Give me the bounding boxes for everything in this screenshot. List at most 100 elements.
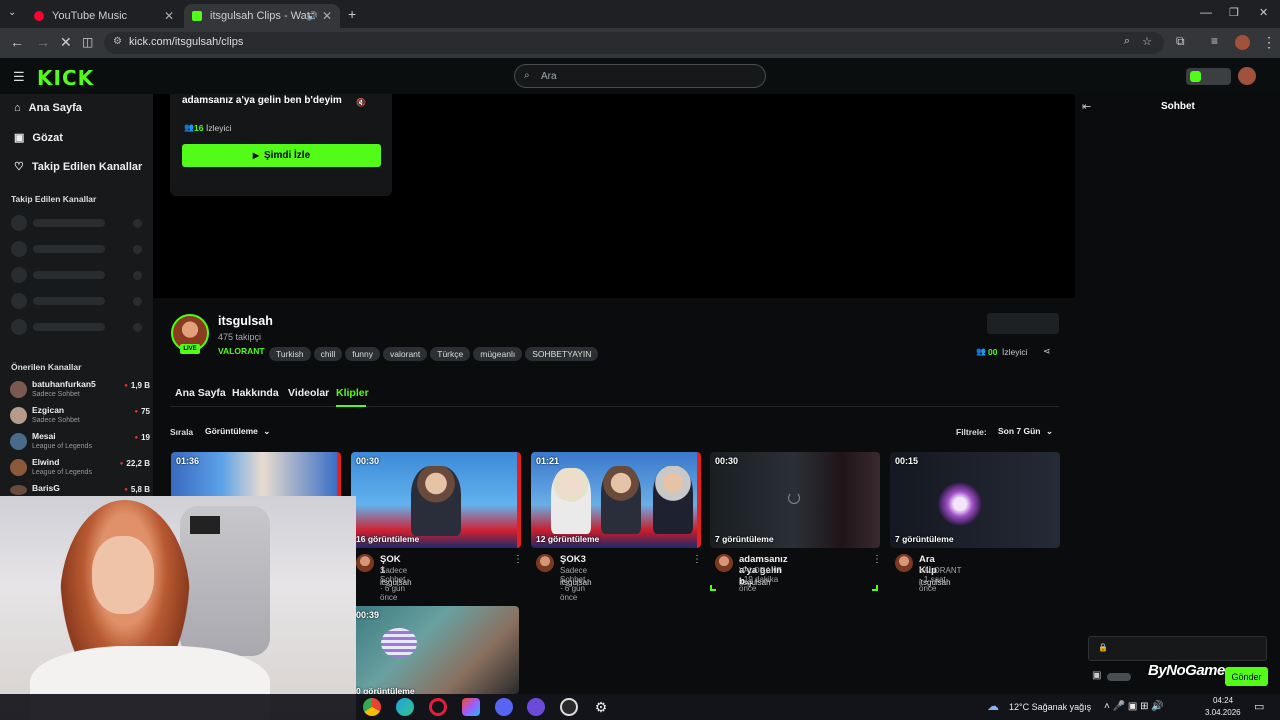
chat-message-input[interactable]: 🔒 bbox=[1088, 636, 1267, 661]
clip-category[interactable]: VALORANT bbox=[919, 566, 961, 575]
zoom-icon[interactable]: ⌕ bbox=[1124, 35, 1130, 48]
chevron-down-icon: ⌄ bbox=[1045, 426, 1053, 436]
channel-name[interactable]: itsgulsah bbox=[218, 314, 273, 328]
clip-username[interactable]: itsgulsah bbox=[919, 578, 951, 587]
clip-views: 12 görüntüleme bbox=[536, 534, 600, 544]
sidebar-item-browse[interactable]: ▣ Gözat bbox=[14, 131, 63, 145]
audio-icon[interactable]: 🔊 bbox=[307, 11, 318, 22]
tab-home[interactable]: Ana Sayfa bbox=[175, 387, 226, 399]
tag[interactable]: mügeanlı bbox=[473, 347, 523, 361]
extensions-icon[interactable]: ⧉ bbox=[1176, 34, 1185, 49]
search-input[interactable]: ⌕ Ara bbox=[514, 64, 766, 88]
tag[interactable]: Turkish bbox=[269, 347, 311, 361]
chat-toggle[interactable] bbox=[1107, 673, 1131, 681]
toggle-knob-icon bbox=[1190, 71, 1201, 82]
clip-category[interactable]: VALORANT bbox=[739, 566, 781, 575]
clip-title[interactable]: ŞOK3 bbox=[560, 554, 586, 565]
collapse-chat-icon[interactable]: ⇤ bbox=[1082, 100, 1091, 113]
close-window-icon[interactable]: ✕ bbox=[1259, 6, 1268, 19]
clip-creator-avatar[interactable] bbox=[895, 554, 913, 572]
bookmark-star-icon[interactable]: ☆ bbox=[1142, 35, 1152, 48]
live-badge: LIVE bbox=[180, 344, 200, 354]
clip-thumbnail[interactable]: 01:21 12 görüntüleme bbox=[531, 452, 701, 548]
tag[interactable]: Türkçe bbox=[430, 347, 471, 361]
recommended-channel[interactable]: Elwind League of Legends 22,2 B bbox=[10, 456, 150, 480]
clock-date[interactable]: 3.04.2026 bbox=[1205, 708, 1241, 717]
clock-time[interactable]: 04:24 bbox=[1213, 696, 1233, 705]
tag[interactable]: chill bbox=[313, 347, 343, 361]
maximize-icon[interactable]: ❐ bbox=[1229, 6, 1239, 19]
settings-gear-icon[interactable]: ⚙ bbox=[592, 698, 610, 716]
tab-about[interactable]: Hakkında bbox=[232, 387, 279, 399]
profile-avatar[interactable] bbox=[1235, 35, 1250, 50]
tag[interactable]: SOHBETYAYIN bbox=[525, 347, 599, 361]
gift-icon[interactable]: ▣ bbox=[1092, 670, 1101, 681]
app-icon[interactable] bbox=[560, 698, 578, 716]
sidebar-item-home[interactable]: ⌂ Ana Sayfa bbox=[14, 102, 82, 114]
clip-thumbnail[interactable]: 00:39 0 görüntüleme bbox=[351, 606, 519, 694]
user-avatar[interactable] bbox=[1238, 67, 1256, 85]
clip-thumbnail[interactable]: 00:30 16 görüntüleme bbox=[351, 452, 521, 548]
recommended-channel[interactable]: batuhanfurkan5 Sadece Sohbet 1,9 B bbox=[10, 378, 150, 402]
extension-toggle[interactable] bbox=[1186, 68, 1231, 85]
back-icon[interactable]: ← bbox=[10, 34, 24, 50]
clip-thumbnail[interactable]: 00:15 7 görüntüleme bbox=[890, 452, 1060, 548]
notification-icon[interactable]: ▭ bbox=[1254, 700, 1264, 713]
media-controls-icon[interactable]: ≡ bbox=[1211, 34, 1218, 48]
filter-select[interactable]: Son 7 Gün ⌄ bbox=[998, 426, 1053, 437]
follow-button-placeholder[interactable] bbox=[987, 313, 1059, 334]
more-options-icon[interactable]: ⋮ bbox=[692, 554, 702, 565]
edge-icon[interactable] bbox=[396, 698, 414, 716]
clip-thumbnail[interactable]: 00:30 7 görüntüleme bbox=[710, 452, 880, 548]
hamburger-menu-icon[interactable]: ☰ bbox=[13, 69, 25, 85]
close-icon[interactable]: ✕ bbox=[164, 9, 174, 23]
tab-clips[interactable]: Klipler bbox=[336, 387, 369, 399]
tab-list-icon[interactable]: ⌄ bbox=[8, 7, 16, 18]
clip-username[interactable]: itsgulsah bbox=[380, 578, 412, 587]
channel-name: Elwind bbox=[32, 457, 60, 467]
skeleton-avatar bbox=[11, 293, 27, 309]
more-options-icon[interactable]: ⋮ bbox=[513, 554, 523, 565]
more-options-icon[interactable]: ⋮ bbox=[872, 554, 882, 565]
stop-loading-icon[interactable]: ✕ bbox=[60, 34, 72, 51]
tab-kick[interactable]: itsgulsah Clips - Watch Live 🔊 ✕ bbox=[184, 4, 340, 28]
tag[interactable]: funny bbox=[345, 347, 381, 361]
forward-icon[interactable]: → bbox=[36, 34, 50, 50]
address-bar[interactable]: ⚙ kick.com/itsgulsah/clips ⌕ ☆ bbox=[104, 32, 1164, 54]
send-button[interactable]: Gönder bbox=[1225, 667, 1268, 686]
clip-username[interactable]: itsgulsah bbox=[739, 578, 771, 587]
obs-icon[interactable] bbox=[527, 698, 545, 716]
recommended-channel[interactable]: Mesai League of Legends 19 bbox=[10, 430, 150, 454]
sort-select[interactable]: Görüntüleme ⌄ bbox=[205, 426, 270, 437]
sidebar-toggle-icon[interactable]: ◫ bbox=[82, 35, 93, 49]
clip-creator-avatar[interactable] bbox=[715, 554, 733, 572]
figma-icon[interactable] bbox=[462, 698, 480, 716]
share-icon[interactable]: ⋖ bbox=[1043, 346, 1051, 357]
clip-username[interactable]: itsgulsah bbox=[560, 578, 592, 587]
chrome-icon[interactable] bbox=[363, 698, 381, 716]
watch-now-button[interactable]: ▶ Şimdi İzle bbox=[182, 144, 381, 167]
channel-category[interactable]: VALORANT bbox=[218, 346, 265, 356]
tag[interactable]: valorant bbox=[383, 347, 428, 361]
clip-creator-avatar[interactable] bbox=[356, 554, 374, 572]
kick-logo[interactable]: KICK bbox=[37, 66, 94, 90]
recommended-channel[interactable]: Ezgican Sadece Sohbet 75 bbox=[10, 404, 150, 428]
tab-youtube-music[interactable]: YouTube Music ✕ bbox=[26, 4, 182, 28]
tab-videos[interactable]: Videolar bbox=[288, 387, 329, 399]
site-info-icon[interactable]: ⚙ bbox=[113, 36, 122, 47]
browser-menu-icon[interactable]: ⋮ bbox=[1262, 34, 1276, 51]
avatar bbox=[10, 381, 27, 398]
weather-text[interactable]: 12°C Sağanak yağış bbox=[1009, 702, 1091, 712]
clip-views: 0 görüntüleme bbox=[356, 686, 415, 694]
clip-creator-avatar[interactable] bbox=[536, 554, 554, 572]
new-tab-button[interactable]: + bbox=[348, 6, 356, 22]
close-icon[interactable]: ✕ bbox=[322, 9, 332, 23]
mute-icon[interactable]: 🔇 bbox=[356, 98, 366, 107]
sidebar-item-following[interactable]: ♡ Takip Edilen Kanallar bbox=[14, 160, 142, 174]
opera-icon[interactable] bbox=[429, 698, 447, 716]
minimize-icon[interactable]: — bbox=[1200, 5, 1212, 19]
avatar bbox=[10, 485, 27, 495]
tray-icons[interactable]: ˄ 🎤 ▣ ⊞ 🔊 bbox=[1104, 701, 1164, 712]
watermark-logo: ByNoGame bbox=[1148, 662, 1225, 679]
discord-icon[interactable] bbox=[495, 698, 513, 716]
